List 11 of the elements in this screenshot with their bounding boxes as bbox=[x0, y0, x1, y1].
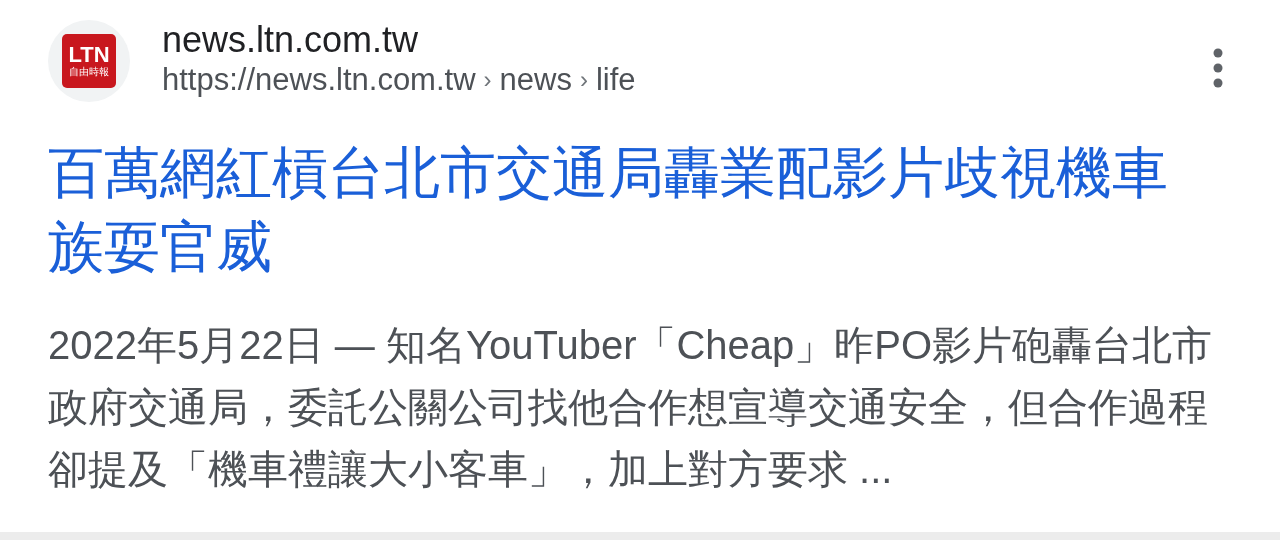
logo-subtitle: 自由時報 bbox=[69, 66, 109, 78]
breadcrumb-separator: › bbox=[579, 65, 588, 95]
breadcrumb-text: life bbox=[595, 61, 636, 99]
result-snippet: 2022年5月22日 — 知名YouTuber「Cheap」昨PO影片砲轟台北市政府交通局，委託公關公司找他合作想宣導交通安全，但合作過程卻提及「機車禮讓大小客車」，加上對方要求 ... bbox=[48, 322, 1214, 493]
breadcrumb-separator: › bbox=[483, 65, 492, 95]
result-title-link[interactable]: 百萬網紅槓台北市交通局轟業配影片歧視機車族耍官威 bbox=[48, 136, 1198, 284]
site-name[interactable]: news.ltn.com.tw bbox=[162, 20, 636, 60]
logo-title: LTN bbox=[68, 44, 110, 66]
menu-icon[interactable] bbox=[1212, 48, 1224, 88]
url-text: https://news.ltn.com.tw bbox=[162, 61, 476, 99]
breadcrumb-text: news bbox=[499, 61, 572, 99]
